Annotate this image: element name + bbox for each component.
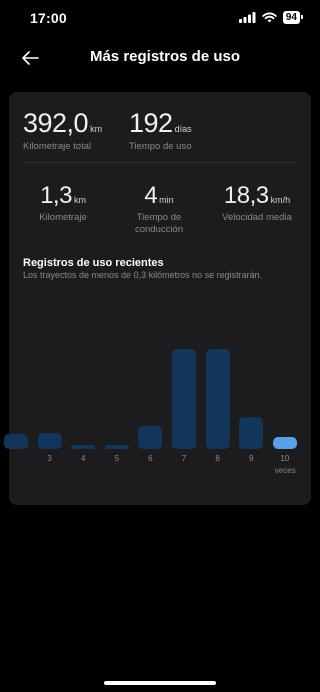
x-tick-label: 3	[47, 454, 52, 463]
x-tick-label: 6	[148, 454, 153, 463]
wifi-icon	[262, 12, 277, 23]
chart-bar-7[interactable]	[172, 349, 196, 449]
avg-time-label: Tiempo de conducción	[134, 212, 184, 235]
chart-bar-3[interactable]	[37, 433, 62, 449]
chart-bar-5[interactable]	[104, 445, 129, 449]
avg-time-value: 4	[144, 182, 158, 209]
usage-time-value: 192	[129, 108, 173, 138]
total-mileage-unit: km	[90, 124, 103, 134]
x-unit-label: veces	[274, 466, 296, 475]
chart-bar-9[interactable]	[239, 417, 264, 449]
x-tick-label: 5	[114, 454, 120, 463]
usage-time-label: Tiempo de uso	[129, 141, 192, 152]
status-icons: 94	[238, 11, 304, 24]
x-tick-label: 8	[215, 454, 220, 463]
usage-bar-chart[interactable]: 3 4 5 6 7 8 9 10 veces	[4, 282, 311, 502]
chart-bar-2[interactable]	[4, 434, 28, 449]
avg-mileage-label: Kilometraje	[39, 212, 87, 223]
chart-bar-6[interactable]	[138, 425, 163, 449]
top-nav: Más registros de uso	[0, 40, 320, 76]
chart-bar-4[interactable]	[71, 445, 96, 449]
avg-mileage-unit: km	[73, 195, 86, 205]
x-tick-label: 10	[280, 454, 290, 463]
chart-bar-8[interactable]	[205, 349, 230, 449]
avg-time-unit: min	[159, 195, 174, 205]
status-bar: 17:00 94	[0, 0, 320, 36]
avg-mileage-stat: 1,3 km Kilometraje	[23, 182, 103, 224]
page-title: Más registros de uso	[89, 48, 241, 65]
usage-time-unit: días	[174, 124, 192, 134]
avg-speed-label: Velocidad media	[222, 212, 292, 223]
chart-bar-10[interactable]	[272, 436, 297, 449]
usage-card: 392,0 km Kilometraje total 192 días Tiempo…	[4, 92, 311, 505]
signal-icon	[238, 12, 256, 23]
total-mileage-value: 392,0	[23, 108, 89, 138]
avg-speed-stat: 18,3 km/h Velocidad media	[215, 182, 299, 224]
divider	[23, 162, 297, 163]
home-indicator	[104, 681, 216, 685]
total-mileage-stat: 392,0 km Kilometraje total	[23, 108, 102, 153]
battery-icon: 94	[282, 11, 304, 24]
x-tick-label: 7	[181, 454, 187, 463]
avg-speed-value: 18,3	[223, 182, 269, 209]
avg-speed-unit: km/h	[270, 195, 291, 205]
avg-time-stat: 4 min Tiempo de conducción	[119, 182, 199, 236]
x-tick-label: 4	[80, 454, 86, 463]
clock: 17:00	[30, 10, 67, 26]
recent-records-title: Registros de uso recientes	[23, 257, 164, 269]
total-mileage-label: Kilometraje total	[23, 141, 92, 152]
recent-records-subtitle: Los trayectos de menos de 0,3 kilómetros…	[23, 270, 263, 280]
usage-time-stat: 192 días Tiempo de uso	[129, 108, 192, 153]
avg-mileage-value: 1,3	[40, 182, 72, 209]
x-tick-label: 9	[248, 454, 254, 463]
